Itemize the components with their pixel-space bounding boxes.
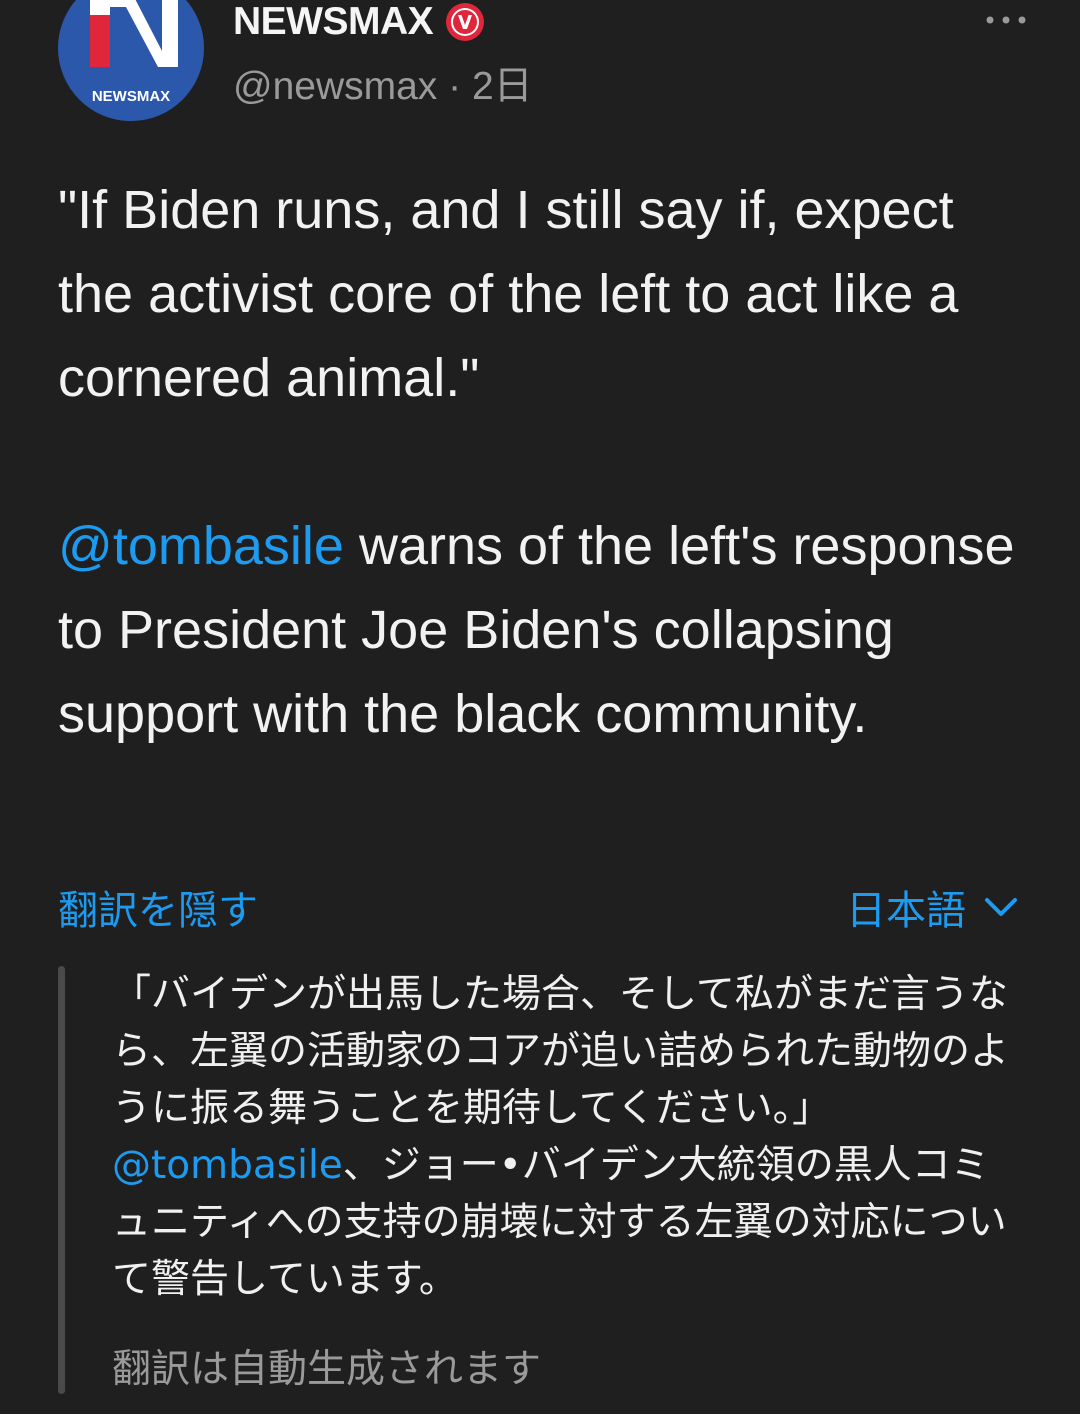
avatar[interactable]: NEWSMAX <box>58 0 204 121</box>
mention-link[interactable]: @tombasile <box>58 516 344 576</box>
author-name-row[interactable]: NEWSMAX <box>233 0 485 44</box>
language-selector[interactable]: 日本語 <box>846 878 1018 936</box>
avatar-logo-text: NEWSMAX <box>92 88 170 105</box>
hide-translation-link[interactable]: 翻訳を隠す <box>58 878 258 936</box>
chevron-down-icon <box>985 898 1017 916</box>
translated-text: 「バイデンが出馬した場合、そして私がまだ言うなら、左翼の活動家のコアが追い詰めら… <box>112 966 1012 1308</box>
post-paragraph: @tombasile warns of the left's response … <box>58 504 1038 756</box>
newsmax-logo: NEWSMAX <box>58 0 204 121</box>
auto-translation-note: 翻訳は自動生成されます <box>112 1347 542 1392</box>
post-time: 2日 <box>471 65 533 108</box>
post-quote: "If Biden runs, and I still say if, expe… <box>58 180 959 408</box>
display-name[interactable]: NEWSMAX <box>233 0 434 44</box>
post-text: "If Biden runs, and I still say if, expe… <box>58 168 1038 756</box>
author-meta: @newsmax · 2日 <box>233 55 533 111</box>
translated-text-before: 「バイデンが出馬した場合、そして私がまだ言うなら、左翼の活動家のコアが追い詰めら… <box>112 972 1010 1131</box>
verified-badge-icon <box>446 3 485 41</box>
translated-mention-link[interactable]: @tombasile <box>112 1143 343 1188</box>
post-detail: NEWSMAX NEWSMAX @newsmax · 2日 "If Biden … <box>0 0 1080 1414</box>
translation-quote-bar <box>58 966 65 1394</box>
more-horizontal-icon[interactable] <box>984 10 1028 30</box>
meta-separator: · <box>437 65 472 108</box>
language-label: 日本語 <box>846 888 966 934</box>
author-handle[interactable]: @newsmax <box>233 65 437 108</box>
